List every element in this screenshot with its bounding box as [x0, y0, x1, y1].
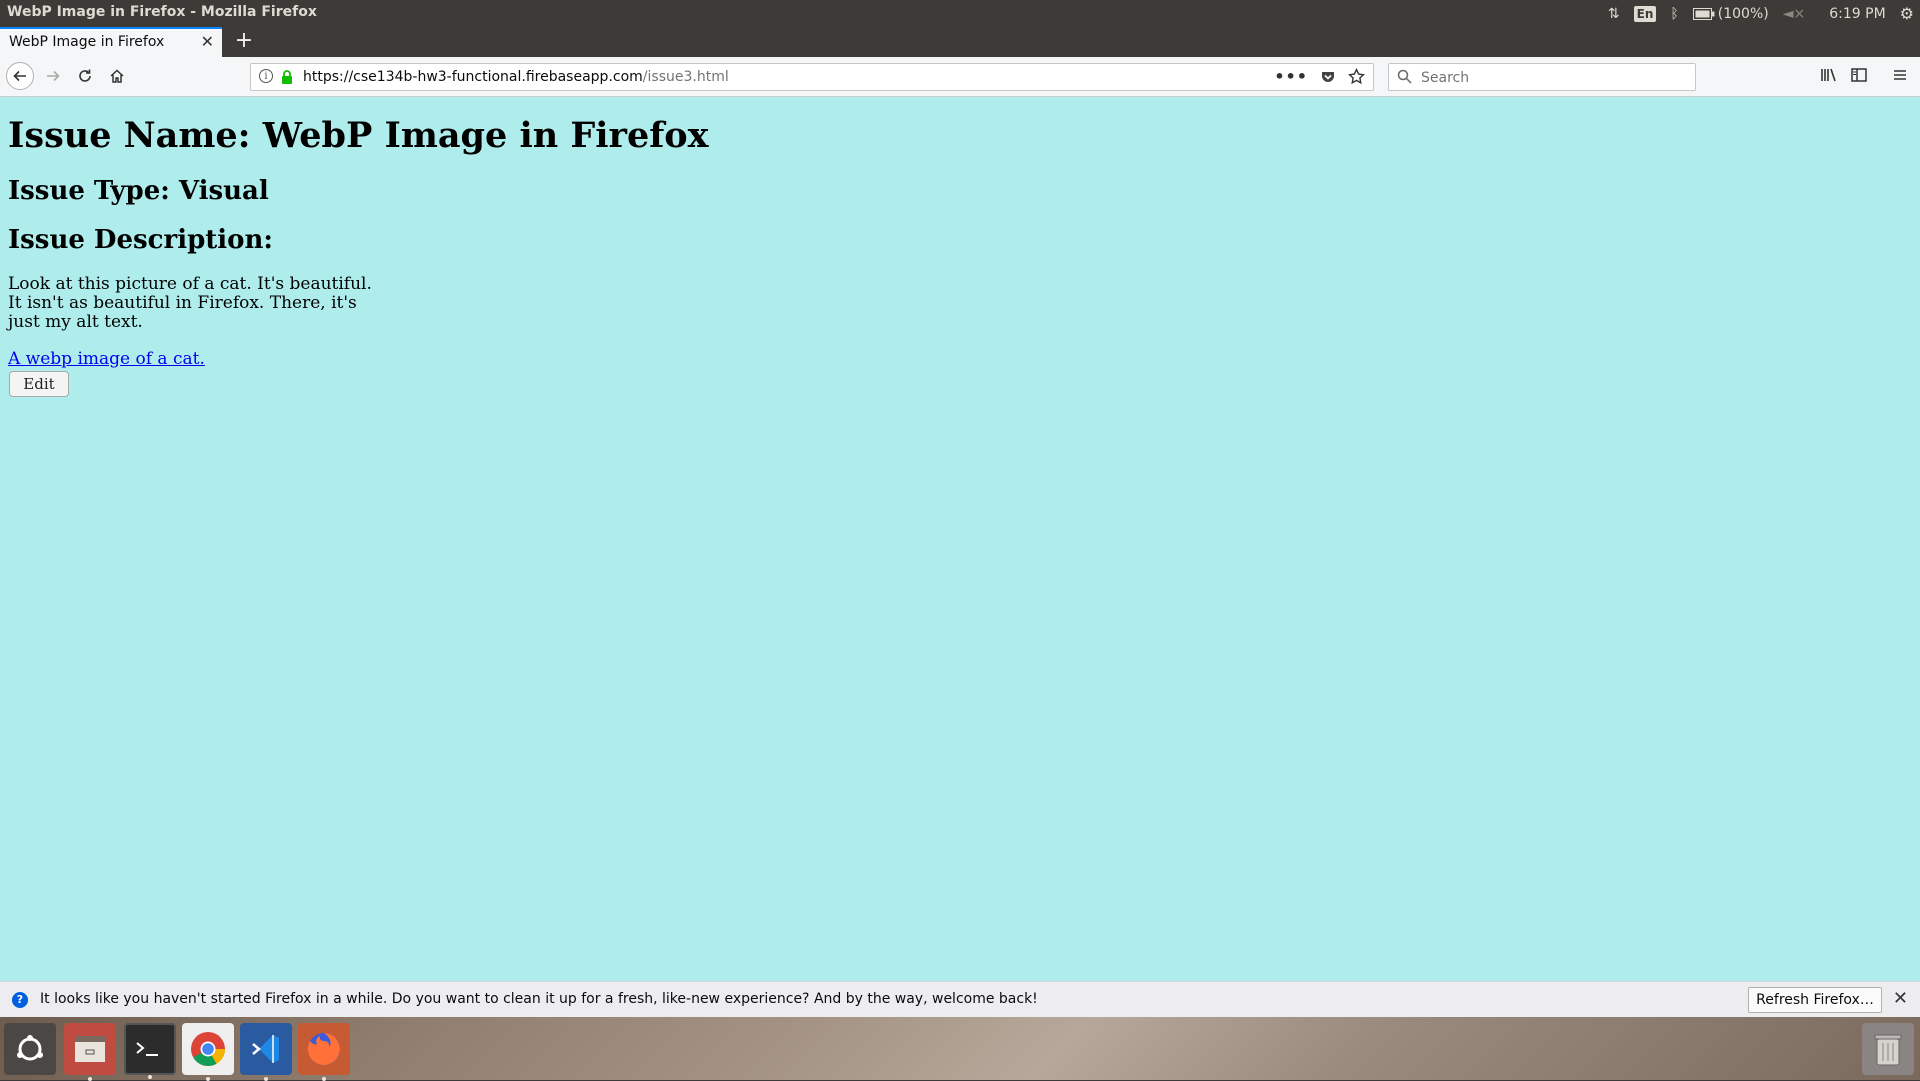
- window-title: WebP Image in Firefox - Mozilla Firefox: [7, 4, 317, 20]
- hamburger-menu-icon[interactable]: [1893, 67, 1907, 86]
- new-tab-button[interactable]: +: [232, 29, 256, 53]
- network-icon[interactable]: ⇅: [1608, 6, 1620, 22]
- pocket-icon[interactable]: [1320, 69, 1336, 85]
- terminal-icon[interactable]: [124, 1023, 176, 1079]
- url-bar[interactable]: i https://cse134b-hw3-functional.firebas…: [250, 63, 1374, 91]
- reload-icon: [79, 69, 91, 82]
- taskbar-dock: [0, 1017, 1920, 1081]
- notification-close-icon[interactable]: ✕: [1893, 988, 1908, 1009]
- running-indicator: [322, 1077, 326, 1081]
- cat-image-alt-link[interactable]: A webp image of a cat.: [8, 349, 205, 369]
- volume-muted-icon[interactable]: ◄×: [1783, 6, 1806, 22]
- system-tray: ⇅ En ᛒ (100%) ◄× 6:19 PM ⚙: [1608, 0, 1920, 27]
- notification-message: It looks like you haven't started Firefo…: [40, 991, 1038, 1007]
- ubuntu-icon[interactable]: [4, 1023, 56, 1075]
- search-input[interactable]: [1419, 67, 1683, 89]
- issue-description-text: Look at this picture of a cat. It's beau…: [8, 274, 372, 332]
- site-info-icon[interactable]: i: [259, 69, 273, 83]
- running-indicator: [206, 1077, 210, 1081]
- tab-label: WebP Image in Firefox: [9, 34, 165, 50]
- running-indicator: [88, 1077, 92, 1081]
- notification-bar: ? It looks like you haven't started Fire…: [0, 981, 1920, 1017]
- chrome-icon[interactable]: [182, 1023, 234, 1081]
- settings-gear-icon[interactable]: ⚙: [1900, 4, 1914, 23]
- tab-close-icon[interactable]: ✕: [201, 32, 214, 51]
- running-indicator: [148, 1075, 152, 1079]
- sidebar-toggle-icon[interactable]: [1851, 67, 1867, 87]
- tab-strip: WebP Image in Firefox ✕ +: [0, 27, 1920, 57]
- keyboard-layout-indicator[interactable]: En: [1633, 5, 1657, 22]
- url-text[interactable]: https://cse134b-hw3-functional.firebasea…: [303, 69, 729, 85]
- back-arrow-icon: [13, 70, 26, 82]
- home-icon: [110, 69, 124, 83]
- edit-button[interactable]: Edit: [9, 371, 69, 397]
- library-icon[interactable]: [1820, 67, 1838, 87]
- issue-description-heading: Issue Description:: [8, 225, 273, 255]
- search-bar[interactable]: [1388, 63, 1696, 91]
- home-button[interactable]: [104, 63, 130, 89]
- files-icon[interactable]: [64, 1023, 116, 1081]
- battery-percent: (100%): [1717, 5, 1769, 22]
- question-icon: ?: [12, 992, 28, 1008]
- bookmark-star-icon[interactable]: [1348, 68, 1365, 85]
- clock[interactable]: 6:19 PM: [1829, 6, 1885, 22]
- battery-indicator[interactable]: (100%): [1692, 5, 1769, 22]
- forward-button[interactable]: [40, 63, 66, 89]
- issue-name-heading: Issue Name: WebP Image in Firefox: [8, 115, 709, 156]
- back-button[interactable]: [6, 62, 34, 90]
- bluetooth-icon[interactable]: ᛒ: [1670, 6, 1678, 22]
- vscode-icon[interactable]: [240, 1023, 292, 1081]
- page-actions-icon[interactable]: •••: [1274, 67, 1308, 86]
- tab-webp-image[interactable]: WebP Image in Firefox ✕: [0, 27, 222, 57]
- url-path: /issue3.html: [642, 69, 729, 85]
- forward-arrow-icon: [47, 70, 60, 82]
- refresh-firefox-button[interactable]: Refresh Firefox…: [1748, 987, 1882, 1013]
- navigation-toolbar: i https://cse134b-hw3-functional.firebas…: [0, 57, 1920, 97]
- battery-icon: [1692, 7, 1715, 20]
- secure-lock-icon[interactable]: [281, 70, 293, 84]
- page-content: Issue Name: WebP Image in Firefox Issue …: [0, 97, 1920, 981]
- reload-button[interactable]: [72, 63, 98, 89]
- search-icon: [1397, 69, 1412, 84]
- firefox-icon[interactable]: [298, 1023, 350, 1081]
- issue-type-heading: Issue Type: Visual: [8, 176, 269, 206]
- trash-icon[interactable]: [1862, 1023, 1914, 1075]
- running-indicator: [264, 1077, 268, 1081]
- url-bar-actions: •••: [1274, 67, 1365, 86]
- system-title-bar: WebP Image in Firefox - Mozilla Firefox …: [0, 0, 1920, 27]
- url-host: https://cse134b-hw3-functional.firebasea…: [303, 69, 643, 85]
